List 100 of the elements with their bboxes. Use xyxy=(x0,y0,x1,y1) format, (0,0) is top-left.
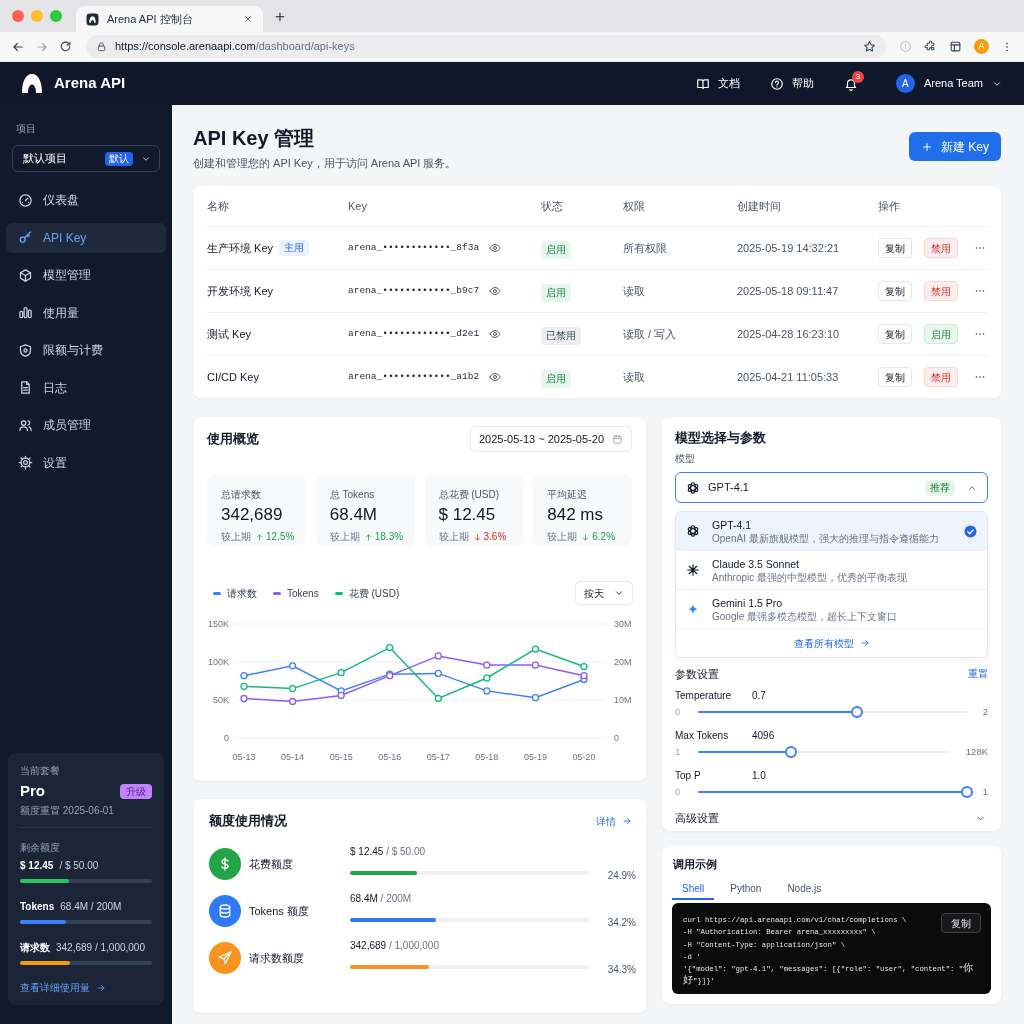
copy-button[interactable]: 复制 xyxy=(878,238,912,258)
details-link[interactable]: 详情 xyxy=(596,813,632,829)
nav-item[interactable]: 模型管理 xyxy=(6,260,166,290)
compare-label: 较上期 xyxy=(221,530,251,544)
user-menu[interactable]: A Arena Team xyxy=(895,74,1002,93)
card-title: 调用示例 xyxy=(672,857,718,872)
header-link[interactable]: 帮助 xyxy=(769,75,814,92)
eye-icon[interactable] xyxy=(489,285,502,297)
eye-icon[interactable] xyxy=(489,328,502,340)
slider-thumb[interactable] xyxy=(785,746,798,758)
gauge-icon xyxy=(18,192,33,208)
axis-label: 05-19 xyxy=(523,752,547,762)
page-subtitle: 创建和管理您的 API Key，用于访问 Arena API 服务。 xyxy=(193,156,457,171)
stat-value: 68.4M xyxy=(329,504,378,526)
default-badge: 默认 xyxy=(105,151,133,166)
masked-key: arena_••••••••••••_8f3a xyxy=(348,240,480,256)
eye-icon[interactable] xyxy=(489,242,502,254)
key-name: 开发环境 Key xyxy=(207,283,273,299)
quota-label: 花费额度 xyxy=(249,856,294,872)
book-icon xyxy=(695,76,710,91)
section-title: 参数设置 xyxy=(675,667,719,682)
all-models-link[interactable]: 查看所有模型 xyxy=(676,629,987,657)
new-tab-button[interactable]: + xyxy=(271,7,289,25)
code-tab[interactable]: Shell xyxy=(672,878,715,900)
close-window-button[interactable] xyxy=(12,10,24,22)
recommended-tag: 推荐 xyxy=(925,479,955,496)
nav-item[interactable]: 使用量 xyxy=(6,297,166,328)
date-range-picker[interactable]: 2025-05-13 ~ 2025-05-20 xyxy=(469,426,632,452)
slider-value: 0.7 xyxy=(752,689,766,703)
lock-icon xyxy=(96,41,107,52)
settings-icon xyxy=(18,455,33,470)
model-option[interactable]: GPT-4.1 OpenAI 最新旗舰模型，强大的推理与指令遵循能力 xyxy=(676,512,987,551)
copy-button[interactable]: 复制 xyxy=(878,281,912,301)
nav-item[interactable]: 限额与计费 xyxy=(6,335,166,365)
arrow-up-icon xyxy=(255,532,264,542)
puzzle-icon[interactable] xyxy=(924,40,937,53)
shield-icon xyxy=(18,342,33,358)
model-option[interactable]: Gemini 1.5 Pro Google 最强多模态模型，超长上下文窗口 xyxy=(676,590,987,629)
upgrade-button[interactable]: 升级 xyxy=(120,783,152,799)
project-select[interactable]: 默认项目 默认 xyxy=(12,145,160,172)
status-tag: 已禁用 xyxy=(541,327,581,345)
toggle-button[interactable]: 禁用 xyxy=(924,281,958,301)
nav-item[interactable]: 设置 xyxy=(6,447,166,478)
model-select[interactable]: GPT-4.1 推荐 xyxy=(675,472,988,503)
panel-icon[interactable] xyxy=(949,40,962,53)
code-tab[interactable]: Python xyxy=(720,878,772,900)
axis-label: 05-15 xyxy=(329,752,353,762)
compare-label: 较上期 xyxy=(329,530,360,544)
stat-label: 总 Tokens xyxy=(329,488,376,502)
axis-label: 50K xyxy=(213,695,229,705)
reset-link[interactable]: 重置 xyxy=(968,666,988,682)
axis-label: 30M xyxy=(614,619,632,629)
bell-icon[interactable] xyxy=(843,76,858,91)
avatar: A xyxy=(895,74,915,93)
code-tab[interactable]: Node.js xyxy=(777,878,832,900)
quota-label: 请求数额度 xyxy=(249,950,305,966)
option-description: OpenAI 最新旗舰模型，强大的推理与指令遵循能力 xyxy=(712,531,940,545)
nav-item[interactable]: API Key xyxy=(6,222,166,253)
column-header: 操作 xyxy=(878,198,901,214)
slider-value: 4096 xyxy=(752,729,775,743)
data-point xyxy=(483,661,491,669)
nav-item[interactable]: 日志 xyxy=(6,372,166,403)
slider-thumb[interactable] xyxy=(960,786,973,798)
brand-name: Arena API xyxy=(54,73,126,94)
card-title: 模型选择与参数 xyxy=(675,429,767,447)
option-name: Gemini 1.5 Pro xyxy=(712,595,784,610)
meter-label: 请求数 xyxy=(20,941,50,955)
copy-button[interactable]: 复制 xyxy=(878,367,912,387)
column-header: Key xyxy=(348,198,368,214)
legend-label: 请求数 xyxy=(227,586,257,601)
usage-detail-link[interactable]: 查看详细使用量 xyxy=(20,981,152,995)
toggle-button[interactable]: 禁用 xyxy=(924,238,958,258)
new-key-button[interactable]: 新建 Key xyxy=(909,132,1001,161)
copy-code-button[interactable]: 复制 xyxy=(941,913,981,933)
quota-label: 剩余额度 xyxy=(20,842,61,854)
meter-value: 68.4M / 200M xyxy=(60,900,122,914)
address-bar[interactable]: https://console.arenaapi.com/dashboard/api-keys xyxy=(86,35,886,58)
toggle-button[interactable]: 禁用 xyxy=(924,367,958,387)
arrow-right-icon xyxy=(622,816,632,826)
axis-label: 100K xyxy=(207,657,229,667)
key-icon xyxy=(18,230,33,245)
eye-icon[interactable] xyxy=(489,371,502,383)
slider-thumb[interactable] xyxy=(850,706,863,718)
close-icon[interactable] xyxy=(243,14,253,24)
toggle-button[interactable]: 启用 xyxy=(924,324,958,344)
model-option[interactable]: Claude 3.5 Sonnet Anthropic 最强的中型模型，优秀的平衡表现 xyxy=(676,551,987,590)
nav-item[interactable]: 成员管理 xyxy=(6,410,166,440)
copy-button[interactable]: 复制 xyxy=(878,324,912,344)
arrow-down-icon xyxy=(472,532,482,542)
caret-icon xyxy=(614,588,624,598)
granularity-select[interactable]: 按天 xyxy=(575,581,633,605)
browser-tab[interactable]: Arena API 控制台 xyxy=(76,6,263,32)
header-link[interactable]: 文档 xyxy=(695,75,740,92)
reload-icon[interactable] xyxy=(59,40,72,53)
slider-min: 0 xyxy=(675,704,682,719)
users-icon xyxy=(18,417,33,433)
nav-item[interactable]: 仪表盘 xyxy=(6,185,166,215)
created-time: 2025-04-28 16:23:10 xyxy=(737,326,841,342)
arrow-down-icon xyxy=(581,532,591,542)
bookmark-star-icon[interactable] xyxy=(863,40,876,53)
